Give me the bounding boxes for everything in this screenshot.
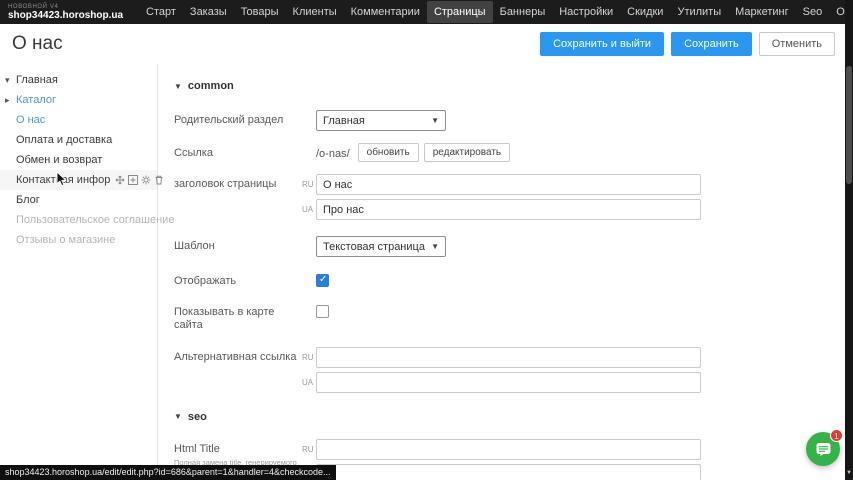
- page-edit-form: ▼ common Родительский раздел Главная ▼ С…: [158, 64, 845, 480]
- sidebar-item-contacts[interactable]: Контактная инфор: [0, 170, 157, 190]
- sidebar-item-terms[interactable]: Пользовательское соглашение: [0, 210, 157, 230]
- sidebar-item-exchange-return[interactable]: Обмен и возврат: [0, 150, 157, 170]
- field-label: Родительский раздел: [174, 110, 302, 131]
- field-row-sitemap: Показывать в карте сайта: [174, 302, 845, 332]
- sidebar-item-about[interactable]: О нас: [0, 110, 157, 130]
- sidebar-item-reviews[interactable]: Отзывы о магазине: [0, 230, 157, 250]
- sidebar-item-payment-delivery[interactable]: Оплата и доставка: [0, 130, 157, 150]
- menu-item-utilities[interactable]: Утилиты: [670, 1, 728, 23]
- chevron-down-icon[interactable]: ▾: [5, 75, 16, 86]
- field-label: Ссылка: [174, 143, 302, 162]
- section-header-common[interactable]: ▼ common: [174, 80, 845, 92]
- add-page-icon[interactable]: [128, 175, 138, 185]
- field-label: Отображать: [174, 271, 302, 288]
- alt-link-ru-input[interactable]: [316, 347, 701, 368]
- lang-tag-ua: UA: [302, 378, 316, 387]
- html-title-ua-input[interactable]: [316, 464, 701, 480]
- field-row-alt-link: Альтернативная ссылка RU UA: [174, 347, 845, 393]
- lang-tag-ru: RU: [302, 445, 316, 454]
- menu-item-products[interactable]: Товары: [234, 1, 286, 23]
- sidebar-item-catalog[interactable]: ▸ Каталог: [0, 90, 157, 110]
- menu-item-pages[interactable]: Страницы: [427, 1, 493, 23]
- field-label: Показывать в карте сайта: [174, 302, 302, 332]
- menu-item-marketing[interactable]: Маркетинг: [728, 1, 795, 23]
- menu-item-settings[interactable]: Настройки: [552, 1, 620, 23]
- page-header: О нас Сохранить и выйти Сохранить Отмени…: [0, 24, 845, 64]
- pages-tree-sidebar: ▾ Главная ▸ Каталог О нас Оплата и доста…: [0, 64, 158, 480]
- alt-link-ua-input[interactable]: [316, 372, 701, 393]
- menu-item-start[interactable]: Старт: [139, 1, 183, 23]
- link-value: /o-nas/: [316, 145, 350, 160]
- save-button[interactable]: Сохранить: [671, 32, 752, 56]
- field-row-display: Отображать: [174, 271, 845, 288]
- menu-item-seo[interactable]: Seo: [796, 1, 830, 23]
- chevron-down-icon: ▼: [174, 82, 182, 91]
- page-title: О нас: [0, 33, 63, 55]
- display-checkbox[interactable]: [316, 274, 329, 287]
- admin-page: НОВОВНОЙ V4 shop34423.horoshop.ua Старт …: [0, 0, 853, 480]
- sidebar-item-blog[interactable]: Блог: [0, 190, 157, 210]
- field-row-link: Ссылка /o-nas/ обновить редактировать: [174, 143, 845, 162]
- chat-icon: [815, 441, 832, 458]
- scroll-down-arrow-icon[interactable]: ▼: [845, 470, 853, 476]
- chat-unread-badge: 1: [830, 429, 843, 442]
- scrollbar-thumb[interactable]: [846, 66, 852, 184]
- sidebar-item-home[interactable]: ▾ Главная: [0, 70, 157, 90]
- field-row-template: Шаблон Текстовая страница ▼: [174, 236, 845, 257]
- status-bar-url: shop34423.horoshop.ua/edit/edit.php?id=6…: [0, 465, 336, 480]
- section-header-seo[interactable]: ▼ seo: [174, 411, 845, 423]
- top-nav-bar: НОВОВНОЙ V4 shop34423.horoshop.ua Старт …: [0, 0, 853, 24]
- edit-link-button[interactable]: редактировать: [424, 143, 510, 162]
- menu-item-clients[interactable]: Клиенты: [286, 1, 344, 23]
- field-row-parent-section: Родительский раздел Главная ▼: [174, 110, 845, 131]
- vertical-scrollbar[interactable]: ▼: [845, 0, 853, 480]
- field-label: Альтернативная ссылка: [174, 347, 302, 393]
- field-label: Шаблон: [174, 236, 302, 257]
- logo-domain: shop34423.horoshop.ua: [8, 11, 123, 21]
- template-select[interactable]: Текстовая страница ▼: [316, 236, 446, 257]
- chevron-down-icon: ▼: [431, 242, 439, 251]
- chat-widget-button[interactable]: 1: [806, 432, 840, 466]
- cancel-button[interactable]: Отменить: [759, 32, 835, 56]
- logo-version: НОВОВНОЙ V4: [8, 4, 123, 10]
- lang-tag-ru: RU: [302, 353, 316, 362]
- parent-section-select[interactable]: Главная ▼: [316, 110, 446, 131]
- move-icon[interactable]: [115, 175, 125, 185]
- chevron-down-icon: ▼: [431, 116, 439, 125]
- gear-icon[interactable]: [141, 175, 151, 185]
- menu-item-orders[interactable]: Заказы: [183, 1, 234, 23]
- sitemap-checkbox[interactable]: [316, 305, 329, 318]
- html-title-ru-input[interactable]: [316, 439, 701, 460]
- menu-item-comments[interactable]: Комментарии: [344, 1, 427, 23]
- lang-tag-ru: RU: [302, 180, 316, 189]
- page-title-ru-input[interactable]: [316, 174, 701, 195]
- field-label: заголовок страницы: [174, 174, 302, 220]
- page-title-ua-input[interactable]: [316, 199, 701, 220]
- update-link-button[interactable]: обновить: [358, 143, 419, 162]
- menu-item-discounts[interactable]: Скидки: [620, 1, 670, 23]
- logo[interactable]: НОВОВНОЙ V4 shop34423.horoshop.ua: [0, 4, 139, 21]
- lang-tag-ua: UA: [302, 205, 316, 214]
- save-and-exit-button[interactable]: Сохранить и выйти: [540, 32, 664, 56]
- menu-item-banners[interactable]: Баннеры: [493, 1, 553, 23]
- chevron-down-icon: ▼: [174, 412, 182, 421]
- content-area: ▾ Главная ▸ Каталог О нас Оплата и доста…: [0, 64, 845, 480]
- field-row-page-title: заголовок страницы RU UA: [174, 174, 845, 220]
- chevron-right-icon[interactable]: ▸: [5, 95, 16, 106]
